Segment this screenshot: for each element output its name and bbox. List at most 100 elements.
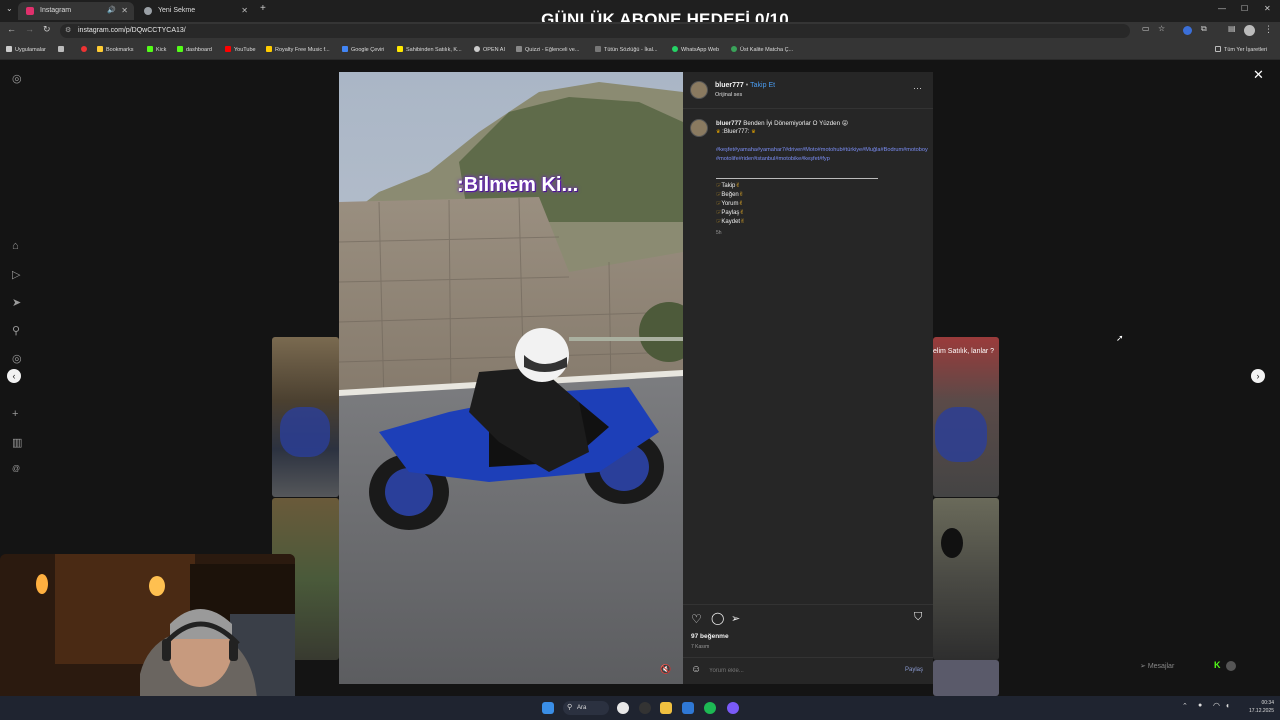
bookmark-grid[interactable]: [58, 46, 67, 53]
share-send-icon[interactable]: ➢: [731, 612, 740, 625]
menu-dots-icon[interactable]: ⋮: [1264, 24, 1273, 35]
create-icon[interactable]: +: [12, 408, 18, 420]
bookmark-translate[interactable]: Google Çeviri: [342, 46, 384, 53]
volume-icon[interactable]: ◖: [1225, 701, 1230, 710]
tab-instagram[interactable]: Instagram 🔊 ✕: [18, 2, 134, 20]
username-link[interactable]: bluer777: [715, 82, 744, 89]
bookmark-sahibinden[interactable]: Sahibinden Satılık, K...: [397, 46, 462, 53]
send-icon[interactable]: ➤: [12, 296, 21, 309]
insights-icon[interactable]: ▥: [12, 436, 22, 449]
audio-label[interactable]: Orijinal ses: [715, 92, 742, 98]
messages-button[interactable]: ➢ Mesajlar: [1140, 662, 1174, 670]
search-icon[interactable]: ⚲: [12, 324, 20, 337]
taskbar-clock[interactable]: 00:34 17.12.2025: [1240, 699, 1274, 715]
bookmark-dashboard[interactable]: dashboard: [177, 46, 212, 53]
mute-icon[interactable]: 🔇: [660, 664, 671, 675]
comment-input[interactable]: [709, 665, 889, 677]
forward-icon[interactable]: →: [25, 24, 34, 34]
bookmark-bookmarks[interactable]: Bookmarks: [97, 46, 134, 53]
bookmark-star-icon[interactable]: ☆: [1158, 24, 1165, 33]
messages-avatars[interactable]: K: [1214, 660, 1244, 672]
thumbnail-right-extra[interactable]: [933, 660, 999, 696]
microphone-icon[interactable]: ●: [1198, 702, 1202, 709]
bookmark-music[interactable]: Royalty Free Music f...: [266, 46, 330, 53]
sidebar-icon[interactable]: ▤: [1228, 24, 1236, 33]
tray-chevron-icon[interactable]: ⌃: [1182, 702, 1188, 710]
tab-new[interactable]: Yeni Sekme ✕: [136, 2, 254, 20]
instagram-logo-icon[interactable]: ◎: [12, 72, 22, 85]
caption-rule: [716, 178, 878, 179]
all-bookmarks[interactable]: Tüm Yer İşaretleri: [1215, 46, 1267, 53]
thumbnail-left-top[interactable]: [272, 337, 339, 497]
wifi-icon[interactable]: ◠: [1213, 701, 1220, 710]
caption-username[interactable]: bluer777: [716, 120, 741, 127]
globe-favicon-icon: [144, 7, 152, 15]
threads-icon[interactable]: @: [12, 464, 20, 473]
close-window-icon[interactable]: ✕: [1264, 4, 1271, 13]
store-icon[interactable]: [682, 702, 694, 714]
profile-avatar[interactable]: [1244, 25, 1255, 36]
tab-list-icon[interactable]: ⌄: [6, 4, 13, 13]
music-icon: [266, 46, 272, 52]
windows-start-icon[interactable]: [542, 702, 554, 714]
close-tab-icon[interactable]: ✕: [241, 2, 248, 20]
explore-icon[interactable]: ◎: [12, 352, 22, 365]
post-video[interactable]: 🔇: [339, 72, 683, 684]
bookmark-kick[interactable]: Kick: [147, 46, 166, 53]
avatar: [1226, 661, 1236, 671]
url-text: instagram.com/p/DQwCCTYCA13/: [78, 27, 186, 34]
save-bookmark-icon[interactable]: ⛉: [914, 611, 922, 624]
previous-post-button[interactable]: ‹: [7, 369, 21, 383]
back-icon[interactable]: ←: [7, 24, 16, 34]
bookmark-apps[interactable]: Uygulamalar: [6, 46, 46, 53]
bookmark-openai[interactable]: OPEN AI: [474, 46, 505, 53]
hashtags[interactable]: #keşfet#yamaha#yamahar7#driver#Moto#moto…: [716, 146, 928, 164]
bookmark-label: Bookmarks: [106, 47, 134, 53]
spotify-icon[interactable]: [704, 702, 716, 714]
taskbar-search[interactable]: ⚲ Ara: [563, 701, 609, 715]
minimize-icon[interactable]: —: [1218, 4, 1226, 13]
chrome-icon[interactable]: [617, 702, 629, 714]
emoji-icon[interactable]: ☺: [691, 664, 701, 675]
comment-icon[interactable]: ◯: [711, 611, 724, 625]
openai-icon: [474, 46, 480, 52]
bookmark-youtube[interactable]: YouTube: [225, 46, 256, 53]
bookmark-whatsapp[interactable]: WhatsApp Web: [672, 46, 719, 53]
close-tab-icon[interactable]: ✕: [121, 2, 128, 20]
cast-icon[interactable]: ▭: [1142, 24, 1150, 33]
caption-avatar[interactable]: [690, 119, 708, 137]
like-heart-icon[interactable]: ♡: [691, 612, 702, 626]
new-tab-icon[interactable]: +: [260, 3, 266, 14]
reels-icon[interactable]: ▷: [12, 268, 20, 281]
more-options-icon[interactable]: ···: [913, 83, 922, 93]
extensions-puzzle-icon[interactable]: ⧉: [1201, 24, 1207, 34]
address-bar[interactable]: ⚙ instagram.com/p/DQwCCTYCA13/: [60, 24, 1130, 38]
obs-icon[interactable]: [639, 702, 651, 714]
bookmark-matcha[interactable]: Üst Kalite Matcha Ç...: [731, 46, 793, 53]
thumbnail-right-top[interactable]: elim Satılık, lanlar ?: [933, 337, 999, 497]
avatar[interactable]: [690, 81, 708, 99]
file-explorer-icon[interactable]: [660, 702, 672, 714]
speaker-icon[interactable]: 🔊: [107, 2, 116, 20]
close-modal-icon[interactable]: ✕: [1253, 67, 1264, 83]
site-info-icon[interactable]: ⚙: [65, 24, 71, 38]
search-icon: ⚲: [567, 704, 573, 711]
follow-button[interactable]: Takip Et: [750, 82, 775, 89]
reload-icon[interactable]: ↻: [43, 24, 51, 35]
app-icon[interactable]: [727, 702, 739, 714]
maximize-icon[interactable]: ☐: [1241, 4, 1248, 13]
likes-count[interactable]: 97 beğenme: [691, 633, 729, 640]
bookmark-quizzi[interactable]: Quizzi - Eğlenceli ve...: [516, 46, 579, 53]
thumbnail-right-bottom[interactable]: [933, 498, 999, 660]
cta-label: Paylaş: [721, 210, 740, 216]
rider-shape: [941, 528, 963, 558]
bookmark-red[interactable]: [81, 46, 90, 53]
divider: [683, 108, 933, 109]
bookmark-tutun[interactable]: Tütün Sözlüğü - İkal...: [595, 46, 658, 53]
extension-icon[interactable]: [1183, 26, 1192, 35]
post-comment-button[interactable]: Paylaş: [905, 667, 923, 673]
next-post-button[interactable]: ›: [1251, 369, 1265, 383]
translate-icon: [342, 46, 348, 52]
home-icon[interactable]: ⌂: [12, 240, 19, 252]
bookmark-label: WhatsApp Web: [681, 47, 720, 53]
